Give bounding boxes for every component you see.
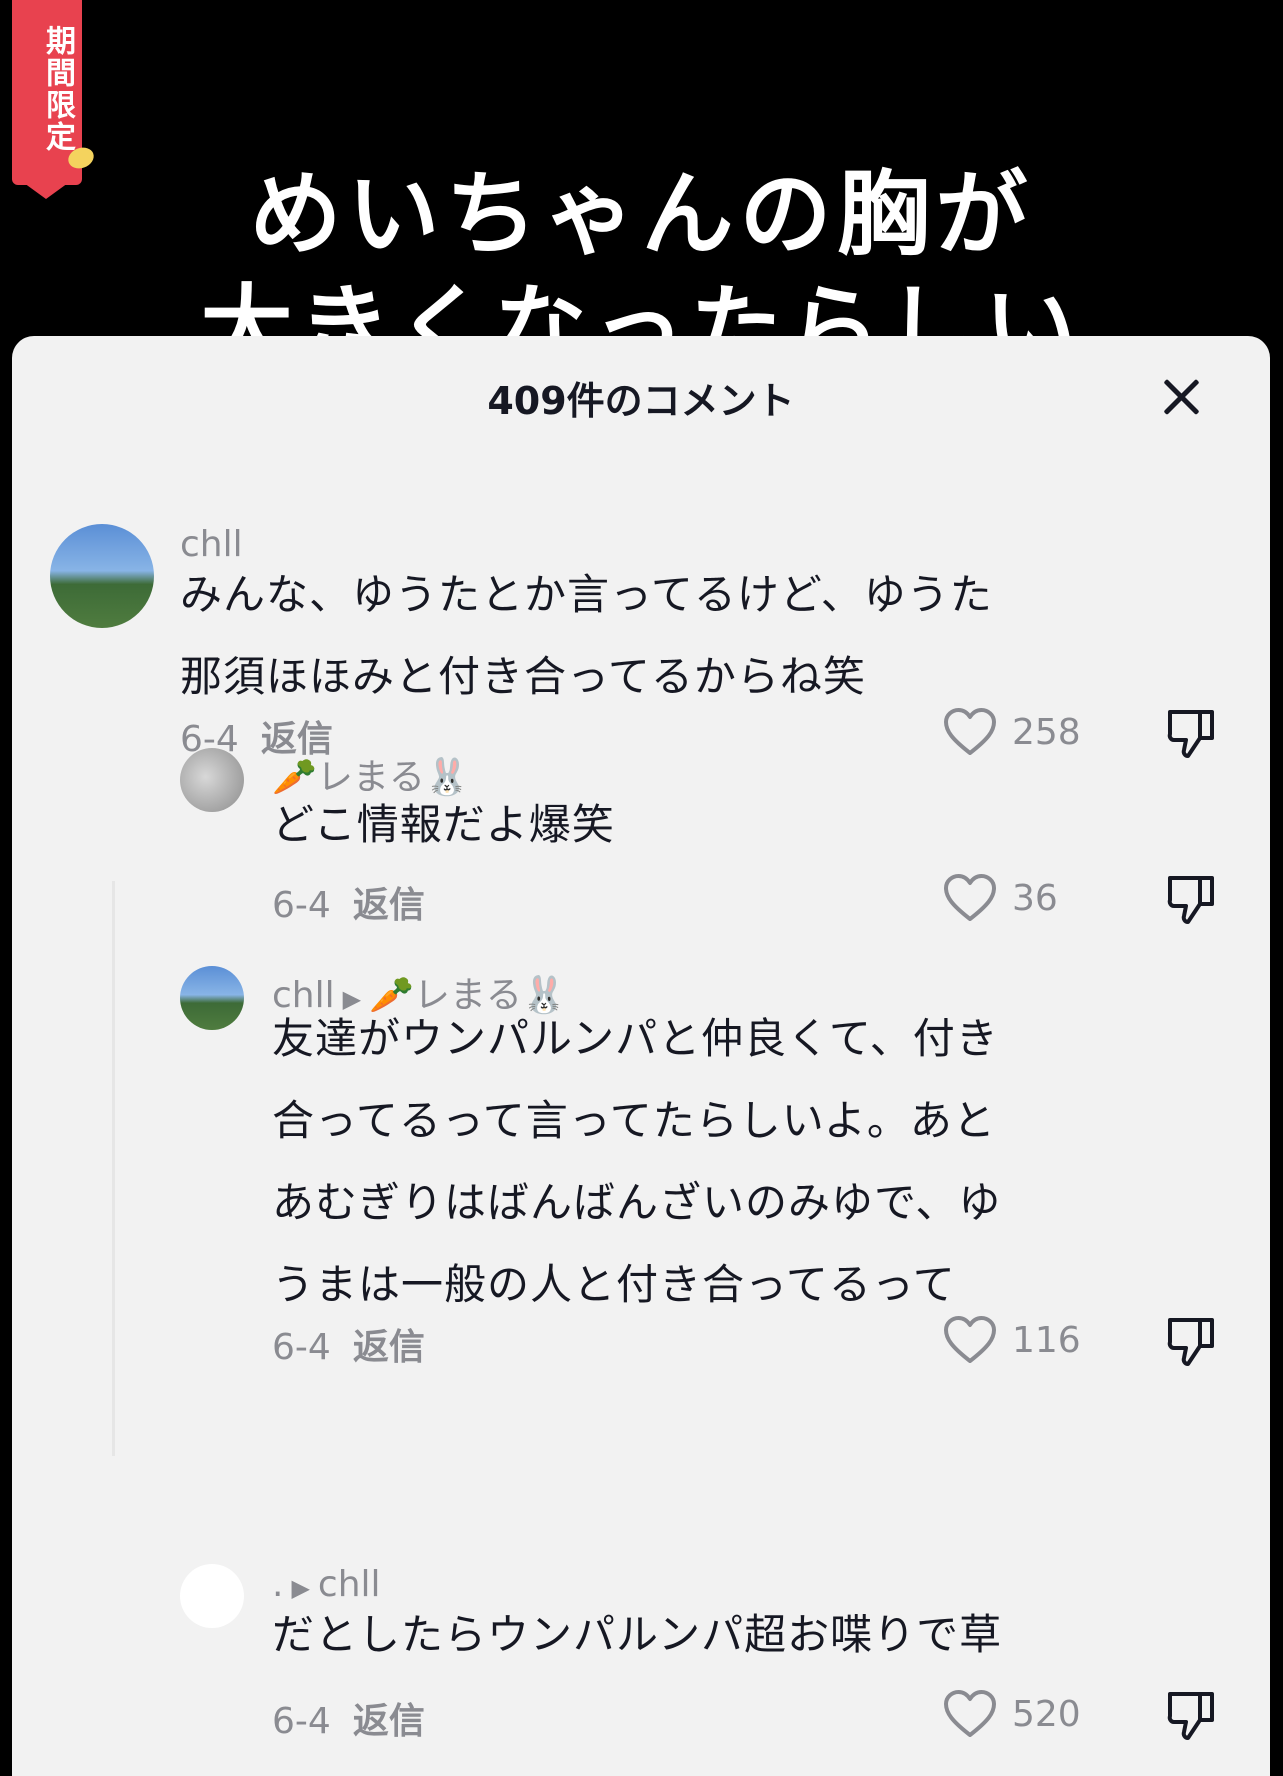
- comment-date: 6-4: [272, 1327, 331, 1368]
- comment-text: だとしたらウンパルンパ超お喋りで草: [272, 1610, 1003, 1659]
- comment-meta: 6-4 返信: [272, 876, 425, 928]
- avatar[interactable]: [180, 1564, 244, 1628]
- comment-meta: 6-4 返信: [272, 1692, 425, 1744]
- comment-text-line: うまは一般の人と付き合ってるって: [272, 1260, 956, 1309]
- comment-text-line: あむぎりはばんばんざいのみゆで、ゆ: [272, 1178, 1002, 1227]
- thumbs-down-icon[interactable]: [1164, 1688, 1220, 1744]
- like-button[interactable]: 36: [942, 870, 1058, 926]
- video-area[interactable]: 期間限定 めいちゃんの胸が 大きくなったらしい: [0, 0, 1283, 360]
- like-count: 36: [1012, 877, 1058, 919]
- comment-meta: 6-4 返信: [272, 1318, 425, 1370]
- comment-date: 6-4: [272, 885, 331, 926]
- thumbs-down-icon[interactable]: [1164, 1314, 1220, 1370]
- comment-text-line: 合ってるって言ってたらしいよ。あと: [272, 1096, 996, 1145]
- thumbs-down-icon[interactable]: [1164, 706, 1220, 762]
- heart-outline-icon: [944, 1690, 996, 1737]
- like-button[interactable]: 520: [942, 1686, 1081, 1742]
- heart-outline-icon: [944, 874, 996, 921]
- like-count: 520: [1012, 1693, 1081, 1735]
- like-button[interactable]: 258: [942, 704, 1081, 760]
- comment-text: どこ情報だよ爆笑: [272, 800, 615, 849]
- reply-button[interactable]: 返信: [353, 1701, 425, 1742]
- avatar[interactable]: [50, 524, 154, 628]
- reply-thread-line: [112, 881, 115, 1456]
- like-count: 258: [1012, 711, 1081, 753]
- heart-outline-icon: [944, 708, 996, 755]
- like-count: 116: [1012, 1319, 1081, 1361]
- comment-sheet: 409件のコメント chll みんな、ゆうたとか言ってるけど、ゆうた 那須ほほみ…: [12, 336, 1270, 1776]
- heart-outline-icon: [944, 1316, 996, 1363]
- comment-count-title: 409件のコメント: [487, 379, 795, 423]
- like-button[interactable]: 116: [942, 1312, 1081, 1368]
- avatar[interactable]: [180, 966, 244, 1030]
- comment-text: みんな、ゆうたとか言ってるけど、ゆうた 那須ほほみと付き合ってるからね笑: [180, 554, 993, 718]
- avatar[interactable]: [180, 748, 244, 812]
- reply-button[interactable]: 返信: [353, 1327, 425, 1368]
- comment-date: 6-4: [272, 1701, 331, 1742]
- close-icon[interactable]: [1158, 374, 1204, 420]
- comment-text-line: 那須ほほみと付き合ってるからね笑: [180, 652, 866, 701]
- comment-text-line: みんな、ゆうたとか言ってるけど、ゆうた: [180, 570, 993, 619]
- reply-button[interactable]: 返信: [353, 885, 425, 926]
- thumbs-down-icon[interactable]: [1164, 872, 1220, 928]
- comment-text: 友達がウンパルンパと仲良くて、付き 合ってるって言ってたらしいよ。あと あむぎり…: [272, 998, 1001, 1326]
- comment-text-line: 友達がウンパルンパと仲良くて、付き: [272, 1014, 999, 1063]
